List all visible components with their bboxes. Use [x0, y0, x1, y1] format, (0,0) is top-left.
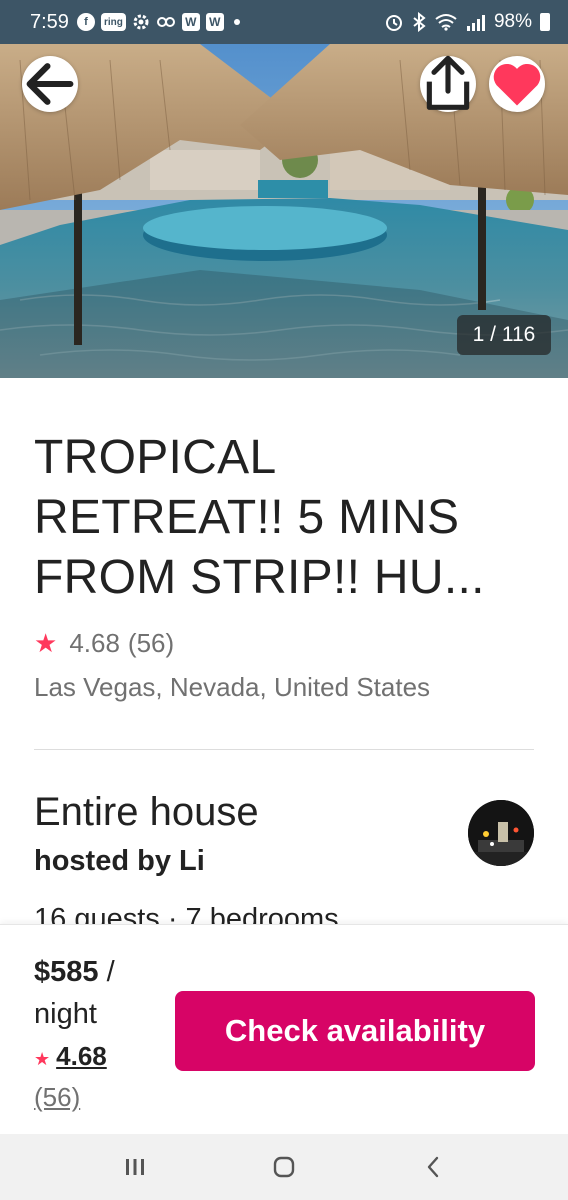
wifi-icon [435, 14, 457, 31]
rating-value: 4.68 [69, 628, 120, 658]
property-type: Entire house [34, 790, 259, 834]
rating-row[interactable]: ★ 4.68 (56) [34, 628, 174, 659]
review-count: (56) [127, 628, 175, 658]
battery-icon [540, 13, 550, 31]
booking-bar: $585 / night ★ 4.68 (56) Check availabili… [0, 924, 568, 1134]
w-icon: W [205, 13, 224, 31]
settings-icon [132, 13, 150, 31]
check-availability-button[interactable]: Check availability [175, 991, 535, 1071]
bluetooth-icon [413, 12, 426, 32]
recents-icon [125, 1159, 144, 1175]
star-icon: ★ [34, 628, 58, 658]
star-icon: ★ [34, 1049, 51, 1069]
alarm-icon [385, 15, 402, 31]
battery-percent: 98% [493, 11, 532, 32]
system-back-button[interactable] [413, 1147, 453, 1187]
share-button[interactable] [420, 55, 476, 112]
facebook-icon: f [76, 13, 95, 31]
back-button[interactable] [22, 56, 78, 112]
dot-icon [233, 19, 240, 25]
chevron-left-icon [428, 1156, 439, 1178]
photo-counter: 1 / 116 [457, 315, 551, 355]
booking-review-count: (56) [34, 1082, 81, 1112]
recent-apps-button[interactable] [115, 1147, 155, 1187]
avatar-image [468, 800, 534, 866]
divider [34, 749, 534, 750]
host-name: hosted by Li [34, 845, 205, 877]
listing-title: TROPICAL RETREAT!! 5 MINS FROM STRIP!! H… [34, 431, 485, 604]
listing-photo[interactable]: 1 / 116 [0, 0, 568, 378]
status-time: 7:59 [30, 10, 69, 33]
booking-rating[interactable]: ★ 4.68 (56) [34, 1037, 154, 1116]
system-nav-bar [0, 1134, 568, 1200]
home-icon [273, 1156, 295, 1178]
home-button[interactable] [264, 1147, 304, 1187]
price-value: $585 [34, 956, 99, 988]
price-per-night: $585 / night [34, 951, 154, 1035]
listing-location: Las Vegas, Nevada, United States [34, 672, 431, 702]
save-favorite-button[interactable] [489, 56, 545, 112]
status-bar: 7:59 f ring W W 98% [0, 0, 568, 44]
booking-rating-value: 4.68 [56, 1041, 107, 1071]
link-icon [156, 16, 176, 28]
host-avatar[interactable] [468, 800, 534, 866]
signal-icon [466, 15, 485, 31]
w-icon: W [181, 13, 200, 31]
ring-icon: ring [100, 13, 126, 31]
